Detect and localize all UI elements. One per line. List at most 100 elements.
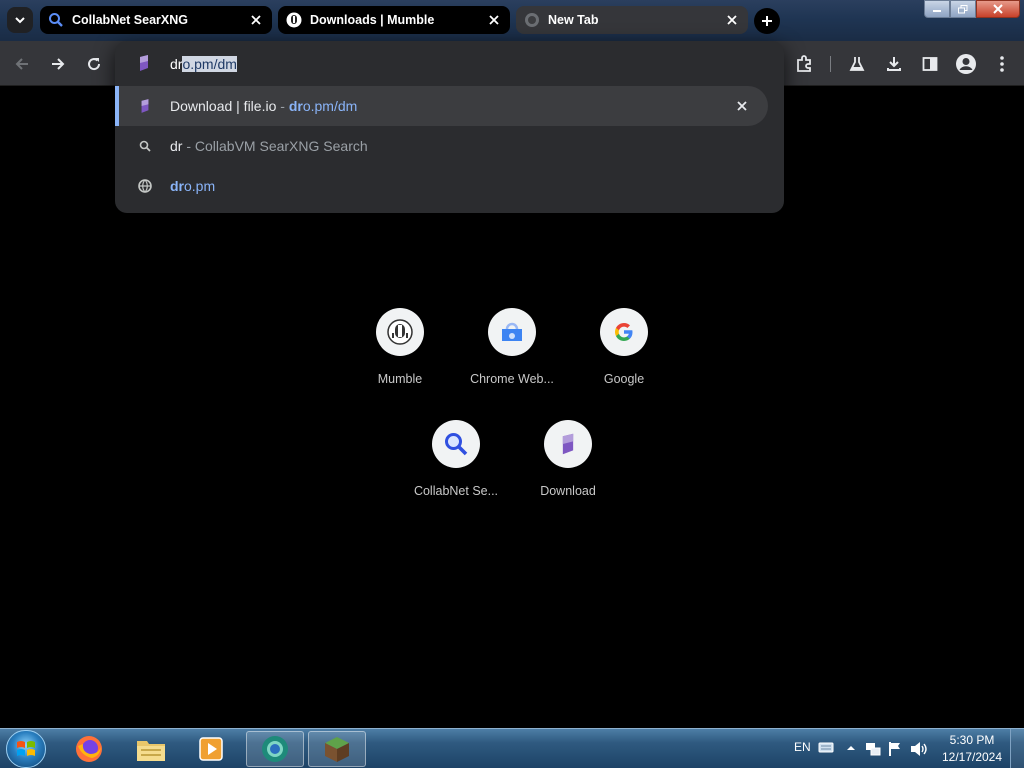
close-tab-button[interactable] xyxy=(486,12,502,28)
fileio-icon xyxy=(137,98,153,114)
reload-icon xyxy=(88,58,101,71)
minecraft-icon xyxy=(325,737,349,762)
search-icon xyxy=(137,138,153,154)
window-controls xyxy=(924,0,1020,18)
taskbar-firefox[interactable] xyxy=(60,731,118,767)
start-button[interactable] xyxy=(6,730,46,768)
tab-strip: CollabNet SearXNG Downloads | Mumble New… xyxy=(0,0,1024,41)
new-tab-button[interactable] xyxy=(754,8,780,34)
back-button[interactable] xyxy=(11,53,33,75)
clock-time[interactable]: 5:30 PM xyxy=(942,733,1002,747)
side-panel-icon xyxy=(922,57,938,71)
restore-button[interactable] xyxy=(950,0,976,18)
shortcut-label: Google xyxy=(603,372,645,386)
globe-icon xyxy=(525,13,539,27)
tab-title: CollabNet SearXNG xyxy=(72,13,189,27)
close-window-button[interactable] xyxy=(976,0,1020,18)
fileio-icon xyxy=(137,55,151,76)
system-tray: EN 5:30 PM 12/17/2024 xyxy=(794,729,1024,768)
avatar-icon xyxy=(956,54,976,74)
suggestion-item[interactable]: dr - CollabVM SearXNG Search xyxy=(115,126,768,166)
shortcut-label: Mumble xyxy=(377,372,423,386)
tab-search-button[interactable] xyxy=(7,7,33,33)
remove-suggestion-button[interactable] xyxy=(734,98,750,114)
volume-icon[interactable] xyxy=(910,741,928,757)
taskbar: EN 5:30 PM 12/17/2024 xyxy=(0,728,1024,768)
shortcut-label: Download xyxy=(540,484,596,498)
tab-new-tab[interactable]: New Tab xyxy=(516,6,748,34)
menu-button[interactable] xyxy=(991,53,1013,75)
mumble-icon xyxy=(286,12,302,28)
shortcut-tile[interactable]: Chrome Web... xyxy=(456,308,568,408)
minimize-button[interactable] xyxy=(924,0,950,18)
close-icon xyxy=(993,4,1003,14)
firefox-icon xyxy=(76,736,102,762)
extensions-button[interactable] xyxy=(793,53,815,75)
file-explorer-icon xyxy=(137,741,165,761)
suggestion-text: dro.pm xyxy=(170,178,216,194)
action-center-flag-icon[interactable] xyxy=(888,741,902,757)
flask-icon xyxy=(849,57,865,71)
taskbar-minecraft[interactable] xyxy=(308,731,366,767)
shortcut-tile[interactable]: CollabNet Se... xyxy=(400,420,512,520)
suggestion-text: dr - CollabVM SearXNG Search xyxy=(170,138,368,154)
tab-downloads-mumble[interactable]: Downloads | Mumble xyxy=(278,6,510,34)
shortcut-tile[interactable]: Google xyxy=(568,308,680,408)
close-tab-button[interactable] xyxy=(724,12,740,28)
close-icon xyxy=(489,15,499,25)
taskbar-media-player[interactable] xyxy=(182,731,240,767)
labs-button[interactable] xyxy=(846,53,868,75)
chevron-down-icon xyxy=(15,17,25,24)
arrow-right-icon xyxy=(52,58,65,70)
close-tab-button[interactable] xyxy=(248,12,264,28)
close-icon xyxy=(737,101,747,111)
minimize-icon xyxy=(933,10,941,12)
more-vert-icon xyxy=(1000,56,1004,72)
taskbar-chrome[interactable] xyxy=(246,731,304,767)
chrome-icon xyxy=(262,736,288,762)
fileio-icon xyxy=(544,420,592,468)
address-bar[interactable]: dro.pm/dm xyxy=(115,41,784,107)
download-icon xyxy=(887,57,901,71)
clock-date[interactable]: 12/17/2024 xyxy=(936,750,1008,764)
mumble-icon xyxy=(376,308,424,356)
side-panel-button[interactable] xyxy=(919,53,941,75)
close-icon xyxy=(727,15,737,25)
address-bar-text[interactable]: dro.pm/dm xyxy=(170,55,237,73)
puzzle-icon xyxy=(797,55,811,72)
tab-title: Downloads | Mumble xyxy=(310,13,435,27)
suggestion-item[interactable]: dro.pm xyxy=(115,166,768,206)
typed-text: dr xyxy=(170,56,183,72)
close-icon xyxy=(251,15,261,25)
network-icon[interactable] xyxy=(865,741,881,757)
chevron-up-icon[interactable] xyxy=(846,744,856,752)
reload-button[interactable] xyxy=(83,53,105,75)
suggestion-text: Download | file.io - dro.pm/dm xyxy=(170,98,358,114)
downloads-button[interactable] xyxy=(883,53,905,75)
chrome-web-store-icon xyxy=(488,308,536,356)
show-desktop-button[interactable] xyxy=(1010,729,1024,768)
globe-icon xyxy=(137,178,153,194)
google-icon xyxy=(600,308,648,356)
arrow-left-icon xyxy=(15,58,28,70)
profile-button[interactable] xyxy=(955,53,977,75)
taskbar-file-explorer[interactable] xyxy=(122,731,180,767)
plus-icon xyxy=(762,16,772,26)
tab-title: New Tab xyxy=(548,13,599,27)
tab-collabnet-searxng[interactable]: CollabNet SearXNG xyxy=(40,6,272,34)
omnibox-dropdown: dro.pm/dm Download | file.io - dro.pm/dm… xyxy=(115,41,784,213)
keyboard-icon[interactable] xyxy=(818,741,834,753)
forward-button[interactable] xyxy=(47,53,69,75)
shortcut-tile[interactable]: Mumble xyxy=(344,308,456,408)
restore-icon xyxy=(958,4,968,13)
language-indicator[interactable]: EN xyxy=(794,740,811,754)
autocomplete-selection: o.pm/dm xyxy=(182,56,237,72)
suggestion-item[interactable]: Download | file.io - dro.pm/dm xyxy=(115,86,768,126)
shortcut-label: CollabNet Se... xyxy=(413,484,499,498)
windows-logo-icon xyxy=(17,741,35,756)
toolbar-divider xyxy=(830,56,831,72)
shortcut-tile[interactable]: Download xyxy=(512,420,624,520)
shortcut-label: Chrome Web... xyxy=(470,372,554,386)
search-icon xyxy=(432,420,480,468)
search-icon xyxy=(49,13,63,27)
